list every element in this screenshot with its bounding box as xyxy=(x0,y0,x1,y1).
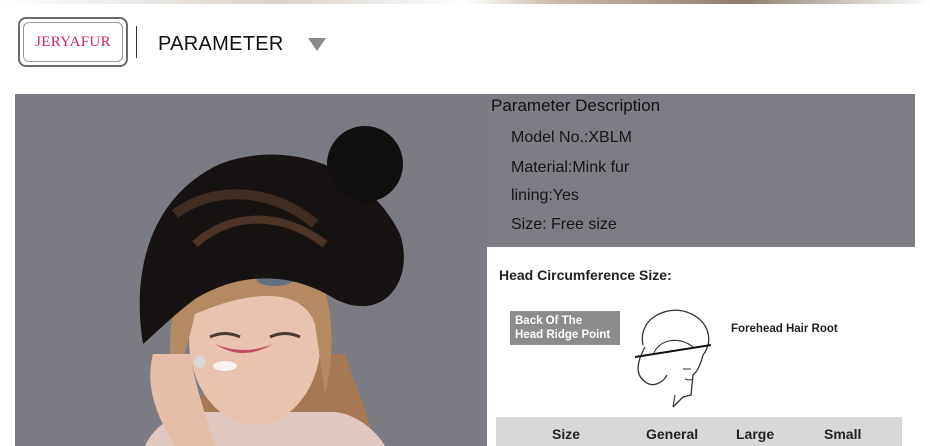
param-lining: lining:Yes xyxy=(511,187,579,204)
parameter-heading: Parameter Description xyxy=(491,96,661,115)
general-column-header: General xyxy=(646,426,699,442)
ridge-label-line1: Back Of The xyxy=(515,315,583,327)
parameter-panel: Parameter Description Model No.:XBLM Mat… xyxy=(15,94,915,446)
size-table-header: Size General Large Small xyxy=(496,417,902,446)
logo-text: JERYAFUR xyxy=(35,33,111,50)
small-column-header: Small xyxy=(824,426,862,442)
triangle-down-icon[interactable] xyxy=(308,38,326,51)
header-divider xyxy=(136,26,137,58)
param-model: Model No.:XBLM xyxy=(511,129,632,146)
size-card-heading: Head Circumference Size: xyxy=(499,267,672,283)
large-column-header: Large xyxy=(736,426,775,442)
size-card: Head Circumference Size: Back Of The Hea… xyxy=(487,247,915,446)
ridge-label-line2: Head Ridge Point xyxy=(515,329,611,341)
top-banner-strip xyxy=(0,0,930,4)
head-measure-diagram xyxy=(634,309,712,408)
forehead-label: Forehead Hair Root xyxy=(731,323,838,335)
size-column-header: Size xyxy=(552,426,581,442)
section-title: PARAMETER xyxy=(158,33,284,55)
brand-logo[interactable]: JERYAFUR xyxy=(18,17,128,67)
ridge-point-label: Back Of The Head Ridge Point xyxy=(510,311,620,345)
param-material: Material:Mink fur xyxy=(511,159,630,176)
product-photo xyxy=(15,94,487,446)
param-size: Size: Free size xyxy=(511,216,617,233)
